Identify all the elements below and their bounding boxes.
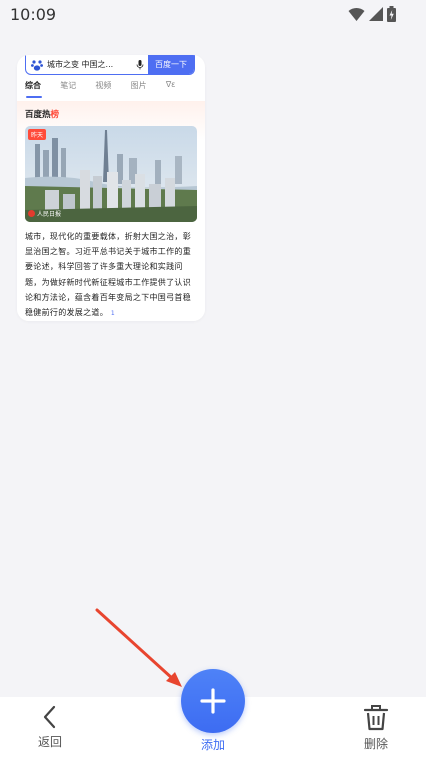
chevron-left-icon	[43, 705, 56, 729]
clock: 10:09	[10, 5, 57, 24]
signal-icon	[369, 7, 383, 21]
tab-tupian[interactable]: 图片	[131, 80, 166, 98]
result-tabs: 综合 笔记 视频 图片 ∇ε	[25, 80, 201, 98]
baidu-paw-icon	[31, 59, 43, 71]
delete-button[interactable]: 删除	[356, 705, 396, 752]
plus-icon	[200, 688, 226, 714]
news-source: 人民日报	[28, 209, 61, 218]
active-tab-indicator	[26, 96, 42, 98]
browser-tab-card[interactable]: 城市之变 中国之... 百度一下 综合 笔记 视频 图片 ∇ε 百度热榜 昨天 …	[17, 55, 205, 321]
tab-biji[interactable]: 笔记	[60, 80, 95, 98]
tab-shipin[interactable]: 视频	[95, 80, 130, 98]
back-label: 返回	[37, 735, 62, 749]
news-badge: 昨天	[28, 129, 47, 140]
hot-list-title: 百度热榜	[25, 110, 60, 120]
delete-label: 删除	[363, 737, 388, 751]
search-query: 城市之变 中国之...	[47, 60, 114, 69]
news-body-text[interactable]: 城市，现代化的重要载体，折射大国之治，彰显治国之智。习近平总书记关于城市工作的重…	[25, 229, 199, 321]
battery-charging-icon	[387, 6, 396, 22]
add-label: 添加	[200, 738, 225, 752]
source-logo-icon	[28, 210, 35, 217]
status-bar: 10:09	[0, 0, 426, 30]
search-bar[interactable]: 城市之变 中国之... 百度一下	[25, 55, 195, 75]
news-reference[interactable]: 1	[111, 310, 115, 317]
hot-list-panel: 百度热榜 昨天 人民日报 城市，现代化的重要载体，折射大国之治，彰显治国之智。习…	[17, 101, 205, 321]
news-image[interactable]: 昨天 人民日报	[25, 126, 197, 222]
microphone-icon[interactable]	[136, 59, 144, 70]
add-tab-button[interactable]	[181, 669, 245, 733]
back-button[interactable]: 返回	[30, 705, 70, 750]
city-skyline-image	[25, 126, 197, 222]
search-button[interactable]: 百度一下	[148, 55, 194, 74]
wifi-icon	[348, 7, 365, 21]
trash-icon	[363, 705, 389, 731]
tab-more[interactable]: ∇ε	[166, 80, 201, 98]
